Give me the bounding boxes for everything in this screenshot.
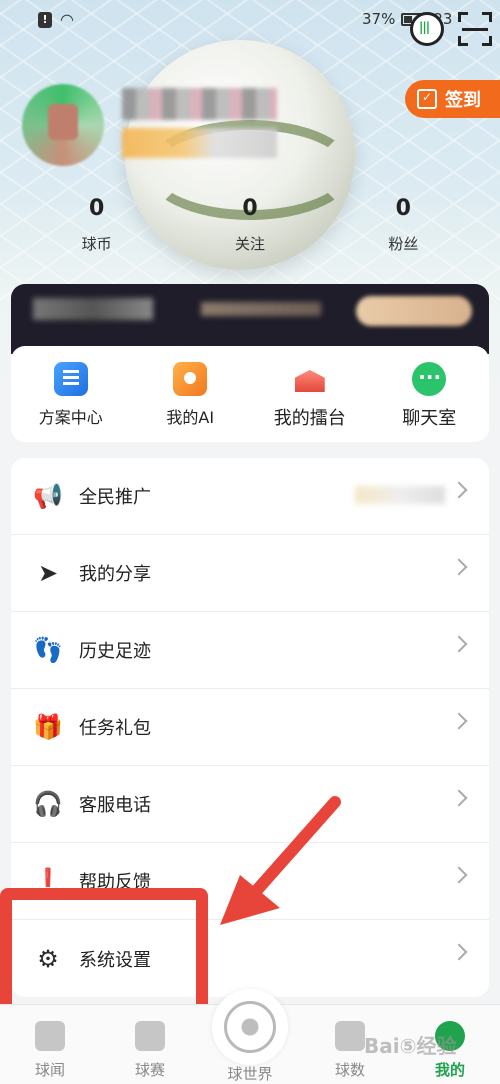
annotation-arrow bbox=[220, 796, 341, 925]
stat-value: 0 bbox=[242, 196, 258, 221]
arena-icon bbox=[293, 362, 327, 396]
chevron-right-icon bbox=[450, 789, 468, 807]
jersey-icon bbox=[135, 1021, 165, 1051]
scan-icon[interactable] bbox=[458, 12, 492, 46]
alert-icon: ! bbox=[38, 11, 52, 28]
quick-entry-chat-room[interactable]: 聊天室 bbox=[370, 346, 490, 442]
quick-entry-plan-center[interactable]: 方案中心 bbox=[11, 346, 131, 442]
wifi-icon: ◠ bbox=[60, 10, 74, 29]
menu-item-promotion[interactable]: 📢 全民推广 bbox=[11, 458, 489, 535]
menu-item-label: 客服电话 bbox=[79, 795, 151, 816]
calendar-check-icon bbox=[417, 89, 437, 109]
chevron-right-icon bbox=[450, 635, 468, 653]
footprint-icon: 👣 bbox=[33, 636, 63, 664]
message-icon[interactable] bbox=[410, 12, 444, 46]
chevron-right-icon bbox=[450, 943, 468, 961]
quick-entry-label: 方案中心 bbox=[38, 408, 103, 427]
football-icon bbox=[224, 1001, 276, 1053]
menu-item-my-share[interactable]: ➤ 我的分享 bbox=[11, 535, 489, 612]
stat-coins[interactable]: 0 球币 bbox=[20, 196, 173, 254]
gift-icon: 🎁 bbox=[33, 713, 63, 741]
annotation-highlight-box bbox=[0, 888, 208, 1016]
stat-label: 关注 bbox=[234, 235, 265, 253]
nav-label: 我的 bbox=[434, 1061, 465, 1079]
quick-entry-label: 我的擂台 bbox=[273, 408, 346, 429]
stat-fans[interactable]: 0 粉丝 bbox=[327, 196, 480, 254]
nav-news[interactable]: 球闻 bbox=[10, 1021, 90, 1080]
avatar[interactable] bbox=[22, 84, 104, 166]
quick-entry-label: 聊天室 bbox=[402, 408, 457, 429]
menu-item-label: 全民推广 bbox=[79, 487, 151, 508]
battery-percent: 37% bbox=[362, 10, 396, 28]
banner-button-blurred[interactable] bbox=[356, 296, 472, 326]
stat-following[interactable]: 0 关注 bbox=[173, 196, 326, 254]
username-blurred bbox=[122, 88, 277, 120]
menu-item-label: 我的分享 bbox=[79, 564, 151, 585]
signin-button[interactable]: 签到 bbox=[405, 80, 500, 118]
chevron-right-icon bbox=[450, 712, 468, 730]
send-icon: ➤ bbox=[37, 559, 59, 587]
megaphone-icon: 📢 bbox=[33, 482, 63, 510]
nav-matches[interactable]: 球赛 bbox=[110, 1021, 190, 1080]
quick-entry-my-arena[interactable]: 我的擂台 bbox=[250, 346, 370, 442]
menu-item-label: 任务礼包 bbox=[79, 718, 151, 739]
plan-icon bbox=[53, 362, 88, 396]
stat-label: 粉丝 bbox=[388, 235, 419, 253]
chevron-right-icon bbox=[450, 558, 468, 576]
watermark: Bai⑤经验 bbox=[364, 1034, 457, 1058]
promotion-note-blurred bbox=[355, 486, 445, 504]
stat-label: 球币 bbox=[81, 235, 112, 253]
nav-world-button[interactable] bbox=[212, 989, 288, 1065]
menu-item-label: 历史足迹 bbox=[79, 641, 151, 662]
chevron-right-icon bbox=[450, 866, 468, 884]
menu-item-task-gift[interactable]: 🎁 任务礼包 bbox=[11, 689, 489, 766]
book-icon bbox=[35, 1021, 65, 1051]
chart-icon bbox=[335, 1021, 365, 1051]
quick-entry-my-ai[interactable]: 我的AI bbox=[131, 346, 251, 442]
nav-label: 球数 bbox=[334, 1061, 365, 1079]
quick-entry-card: 方案中心 我的AI 我的擂台 聊天室 bbox=[11, 346, 489, 442]
nav-label: 球闻 bbox=[34, 1061, 65, 1079]
signin-label: 签到 bbox=[445, 90, 481, 111]
chevron-right-icon bbox=[450, 481, 468, 499]
stat-value: 0 bbox=[395, 196, 411, 221]
headset-icon: 🎧 bbox=[33, 790, 63, 818]
ai-icon bbox=[173, 362, 208, 396]
user-level-blurred bbox=[122, 128, 277, 158]
banner-subtitle-blurred bbox=[201, 302, 321, 316]
user-stats: 0 球币 0 关注 0 粉丝 bbox=[20, 196, 480, 254]
nav-world[interactable]: 球世界 bbox=[210, 1055, 290, 1084]
stat-value: 0 bbox=[89, 196, 105, 221]
menu-item-history[interactable]: 👣 历史足迹 bbox=[11, 612, 489, 689]
nav-label: 球世界 bbox=[227, 1065, 273, 1083]
vip-banner[interactable] bbox=[11, 284, 489, 354]
chat-icon bbox=[412, 362, 447, 396]
banner-title-blurred bbox=[33, 298, 153, 320]
quick-entry-label: 我的AI bbox=[166, 408, 215, 427]
nav-label: 球赛 bbox=[134, 1061, 165, 1079]
